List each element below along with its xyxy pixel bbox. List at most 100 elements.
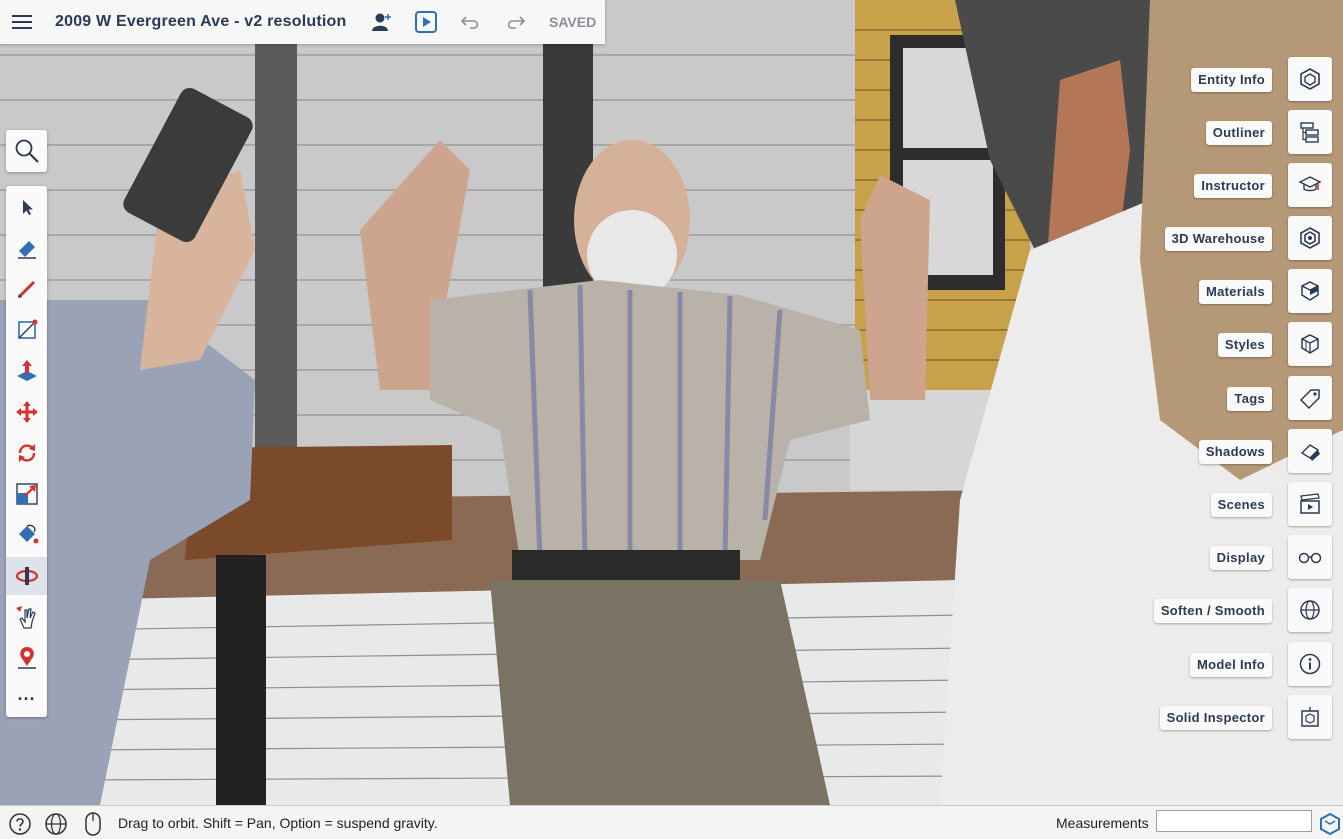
search-icon bbox=[15, 139, 39, 163]
play-icon bbox=[415, 11, 437, 33]
panel-styles[interactable]: Styles bbox=[1013, 321, 1343, 366]
eraser-icon bbox=[17, 241, 36, 259]
entity-info-icon bbox=[1300, 68, 1320, 90]
measurements-label: Measurements bbox=[1056, 815, 1149, 831]
tags-button[interactable] bbox=[1288, 376, 1332, 420]
instructor-button[interactable] bbox=[1288, 163, 1332, 207]
paint-bucket-icon bbox=[18, 524, 38, 544]
tool-push-pull[interactable] bbox=[6, 352, 47, 390]
panel-solid-inspector[interactable]: Solid Inspector bbox=[1013, 694, 1343, 739]
search-tool-panel bbox=[6, 130, 47, 172]
tool-scale[interactable] bbox=[6, 475, 47, 513]
top-bar: 2009 W Evergreen Ave - v2 resolution SAV… bbox=[0, 0, 605, 44]
present-button[interactable] bbox=[414, 10, 438, 34]
materials-button[interactable] bbox=[1288, 269, 1332, 313]
panel-model-info[interactable]: Model Info bbox=[1013, 641, 1343, 686]
add-collaborator-button[interactable] bbox=[370, 10, 394, 34]
add-user-icon bbox=[372, 13, 391, 31]
shadows-button[interactable] bbox=[1288, 429, 1332, 473]
help-button[interactable] bbox=[7, 811, 33, 837]
save-status: SAVED bbox=[549, 14, 597, 30]
styles-button[interactable] bbox=[1288, 322, 1332, 366]
panel-tags[interactable]: Tags bbox=[1013, 375, 1343, 420]
select-arrow-icon bbox=[22, 200, 33, 215]
tags-icon bbox=[1299, 389, 1320, 410]
panel-label[interactable]: Scenes bbox=[1210, 493, 1272, 517]
panel-label[interactable]: Materials bbox=[1198, 280, 1272, 304]
tool-walk[interactable] bbox=[6, 557, 47, 595]
tool-rectangle[interactable] bbox=[6, 311, 47, 349]
walk-icon bbox=[15, 567, 38, 585]
pencil-icon bbox=[17, 280, 35, 299]
help-icon bbox=[9, 813, 31, 835]
panel-3d-warehouse[interactable]: 3D Warehouse bbox=[1013, 215, 1343, 260]
panel-label[interactable]: Soften / Smooth bbox=[1153, 599, 1272, 623]
tool-eraser[interactable] bbox=[6, 229, 47, 267]
entity-info-button[interactable] bbox=[1288, 57, 1332, 101]
panel-label[interactable]: Outliner bbox=[1205, 121, 1272, 145]
panel-label[interactable]: Shadows bbox=[1198, 440, 1272, 464]
styles-icon bbox=[1301, 334, 1319, 354]
redo-button[interactable] bbox=[503, 10, 527, 34]
undo-icon bbox=[460, 16, 479, 29]
tool-more[interactable]: ··· bbox=[6, 680, 47, 718]
status-hint: Drag to orbit. Shift = Pan, Option = sus… bbox=[118, 815, 438, 831]
camera-position-icon bbox=[17, 647, 36, 669]
mouse-icon bbox=[85, 812, 101, 836]
panel-scenes[interactable]: Scenes bbox=[1013, 481, 1343, 526]
search-button[interactable] bbox=[6, 132, 47, 170]
tool-palette: ··· bbox=[6, 186, 47, 717]
globe-icon bbox=[45, 813, 67, 835]
panel-label[interactable]: Instructor bbox=[1194, 174, 1272, 198]
scale-icon bbox=[15, 483, 38, 505]
tool-pencil[interactable] bbox=[6, 270, 47, 308]
language-button[interactable] bbox=[43, 811, 69, 837]
outliner-button[interactable] bbox=[1288, 110, 1332, 154]
tool-rotate[interactable] bbox=[6, 434, 47, 472]
solid-inspector-button[interactable] bbox=[1288, 695, 1332, 739]
move-icon bbox=[15, 401, 38, 423]
outliner-icon bbox=[1300, 122, 1319, 143]
sketchup-logo-button[interactable] bbox=[1317, 811, 1343, 837]
scenes-button[interactable] bbox=[1288, 482, 1332, 526]
panel-entity-info[interactable]: Entity Info bbox=[1013, 56, 1343, 101]
mouse-settings-button[interactable] bbox=[80, 811, 106, 837]
soften-smooth-icon bbox=[1300, 600, 1320, 620]
measurements-input[interactable] bbox=[1156, 810, 1312, 832]
panel-label[interactable]: Solid Inspector bbox=[1159, 706, 1272, 730]
warehouse-button[interactable] bbox=[1288, 216, 1332, 260]
tool-move[interactable] bbox=[6, 393, 47, 431]
status-bar: Drag to orbit. Shift = Pan, Option = sus… bbox=[0, 805, 1343, 839]
display-button[interactable] bbox=[1288, 535, 1332, 579]
panel-label[interactable]: Tags bbox=[1227, 387, 1272, 411]
soften-smooth-button[interactable] bbox=[1288, 588, 1332, 632]
rectangle-icon bbox=[17, 319, 37, 339]
undo-button[interactable] bbox=[459, 10, 483, 34]
tool-position-camera[interactable] bbox=[6, 639, 47, 677]
panel-label[interactable]: Model Info bbox=[1190, 653, 1272, 677]
tool-orbit-hand[interactable] bbox=[6, 598, 47, 636]
materials-icon bbox=[1301, 281, 1319, 301]
sketchup-logo-icon bbox=[1320, 812, 1340, 836]
panel-outliner[interactable]: Outliner bbox=[1013, 109, 1343, 154]
model-info-icon bbox=[1299, 653, 1321, 675]
warehouse-icon bbox=[1300, 227, 1320, 249]
panel-shadows[interactable]: Shadows bbox=[1013, 428, 1343, 473]
solid-inspector-icon bbox=[1301, 707, 1319, 727]
tool-paint-bucket[interactable] bbox=[6, 516, 47, 554]
panel-label[interactable]: Styles bbox=[1217, 333, 1272, 357]
rotate-icon bbox=[18, 444, 35, 462]
panel-label[interactable]: Entity Info bbox=[1191, 68, 1272, 92]
model-info-button[interactable] bbox=[1288, 642, 1332, 686]
display-icon bbox=[1298, 552, 1322, 564]
scenes-icon bbox=[1300, 493, 1320, 514]
panel-label[interactable]: 3D Warehouse bbox=[1164, 227, 1272, 251]
panel-label[interactable]: Display bbox=[1209, 546, 1272, 570]
tool-select[interactable] bbox=[6, 188, 47, 226]
panel-instructor[interactable]: Instructor bbox=[1013, 162, 1343, 207]
panel-display[interactable]: Display bbox=[1013, 534, 1343, 579]
menu-button[interactable] bbox=[0, 0, 44, 44]
panel-materials[interactable]: Materials bbox=[1013, 268, 1343, 313]
document-title[interactable]: 2009 W Evergreen Ave - v2 resolution bbox=[55, 13, 346, 31]
panel-soften-smooth[interactable]: Soften / Smooth bbox=[1013, 587, 1343, 632]
